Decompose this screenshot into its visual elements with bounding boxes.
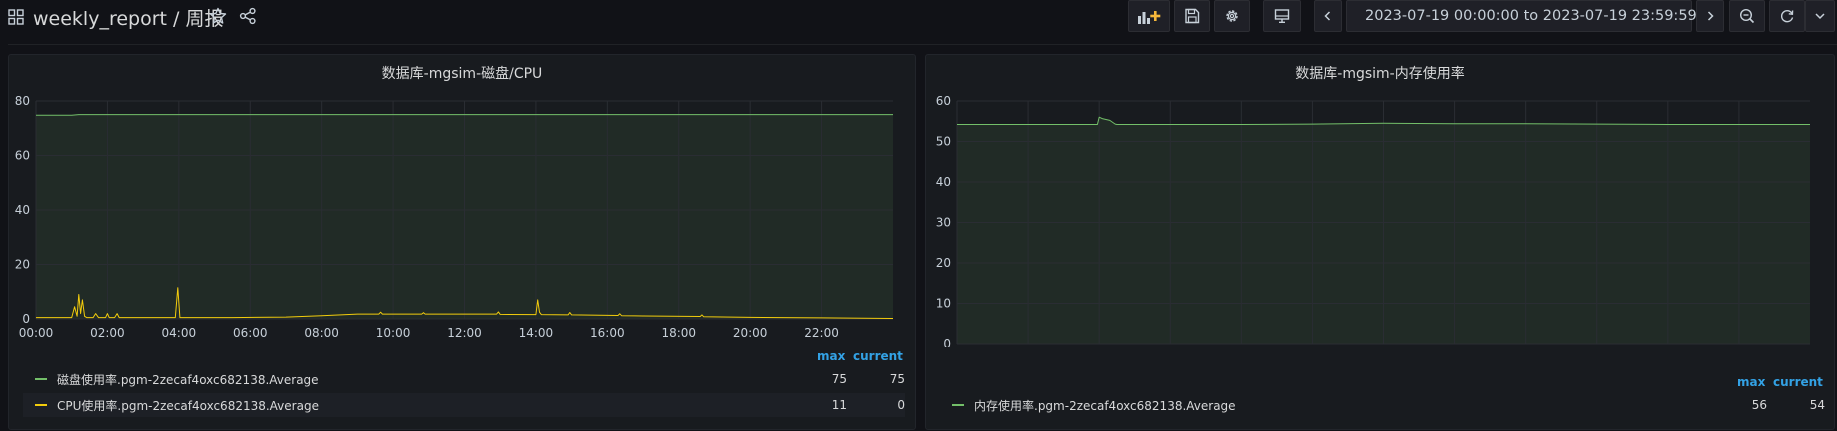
panel-memory: 数据库-mgsim-内存使用率 010203040506000:0002:000… bbox=[925, 54, 1835, 430]
breadcrumb[interactable]: weekly_report / 周报 bbox=[33, 4, 223, 31]
y-tick-label: 80 bbox=[15, 94, 30, 108]
legend-item-memory[interactable]: 内存使用率.pgm-2zecaf4oxc682138.Average 56 54 bbox=[940, 393, 1825, 417]
y-tick-label: 0 bbox=[943, 337, 951, 347]
y-tick-label: 20 bbox=[936, 256, 951, 270]
x-tick-label: 16:00 bbox=[590, 326, 625, 340]
tv-mode-icon bbox=[1274, 9, 1290, 24]
dashboard-header: weekly_report / 周报 2023-07-19 00:00:00 t… bbox=[0, 0, 1837, 38]
x-tick-label: 04:00 bbox=[162, 326, 197, 340]
tv-mode-button[interactable] bbox=[1263, 0, 1301, 32]
y-tick-label: 50 bbox=[936, 135, 951, 149]
legend-item-cpu[interactable]: CPU使用率.pgm-2zecaf4oxc682138.Average 11 0 bbox=[23, 393, 905, 417]
time-shift-forward-button[interactable] bbox=[1696, 0, 1724, 32]
add-panel-icon bbox=[1138, 11, 1161, 24]
x-tick-label: 06:00 bbox=[233, 326, 268, 340]
legend-swatch bbox=[35, 378, 47, 380]
refresh-interval-dropdown[interactable] bbox=[1805, 0, 1835, 32]
legend-max-value: 11 bbox=[831, 398, 847, 412]
y-tick-label: 60 bbox=[15, 149, 30, 163]
y-tick-label: 0 bbox=[22, 312, 30, 326]
save-dashboard-button[interactable] bbox=[1174, 0, 1210, 32]
disk-cpu-chart[interactable]: 0 20 40 60 80 00:00 02:00 04:00 06:00 08:00 10:00 1… bbox=[9, 55, 917, 347]
y-tick-label: 40 bbox=[15, 203, 30, 217]
share-icon[interactable] bbox=[239, 7, 257, 25]
legend-swatch bbox=[35, 404, 47, 406]
chevron-down-icon bbox=[1815, 13, 1825, 20]
x-tick-label: 08:00 bbox=[304, 326, 339, 340]
gear-icon bbox=[1226, 10, 1238, 22]
legend-current-value: 75 bbox=[889, 372, 905, 386]
zoom-out-icon bbox=[1739, 8, 1755, 24]
y-tick-label: 40 bbox=[936, 175, 951, 189]
y-tick-label: 10 bbox=[936, 297, 951, 311]
star-icon[interactable] bbox=[209, 7, 227, 25]
legend-header-max[interactable]: max bbox=[1737, 375, 1765, 389]
legend-max-value: 56 bbox=[1751, 398, 1767, 412]
save-icon bbox=[1185, 8, 1200, 24]
legend-current-value: 0 bbox=[897, 398, 905, 412]
legend-series-name: CPU使用率.pgm-2zecaf4oxc682138.Average bbox=[57, 398, 319, 413]
y-tick-label: 20 bbox=[15, 258, 30, 272]
refresh-button[interactable] bbox=[1769, 0, 1805, 32]
legend-max-value: 75 bbox=[831, 372, 847, 386]
legend-series-name: 磁盘使用率.pgm-2zecaf4oxc682138.Average bbox=[57, 372, 319, 387]
add-panel-button[interactable] bbox=[1128, 0, 1170, 32]
x-tick-label: 10:00 bbox=[376, 326, 411, 340]
x-tick-label: 20:00 bbox=[733, 326, 768, 340]
x-tick-label: 22:00 bbox=[804, 326, 839, 340]
legend-header-current[interactable]: current bbox=[1773, 375, 1823, 389]
zoom-out-button[interactable] bbox=[1729, 0, 1765, 32]
time-shift-back-button[interactable] bbox=[1314, 0, 1342, 32]
x-tick-label: 02:00 bbox=[90, 326, 125, 340]
x-tick-label: 14:00 bbox=[519, 326, 554, 340]
x-tick-label: 12:00 bbox=[447, 326, 482, 340]
x-tick-label: 18:00 bbox=[661, 326, 696, 340]
chevron-left-icon bbox=[1324, 11, 1331, 21]
x-tick-label: 00:00 bbox=[19, 326, 54, 340]
panel-disk-cpu: 数据库-mgsim-磁盘/CPU 0 20 40 60 80 00:00 02:00 04:0… bbox=[8, 54, 916, 430]
legend-swatch bbox=[952, 404, 964, 406]
legend-current-value: 54 bbox=[1809, 398, 1825, 412]
chevron-right-icon bbox=[1707, 11, 1714, 21]
header-divider bbox=[8, 44, 1837, 45]
legend-header-current[interactable]: current bbox=[853, 349, 903, 363]
dashboard-grid-icon[interactable] bbox=[8, 9, 24, 25]
refresh-icon bbox=[1780, 10, 1794, 23]
legend-series-name: 内存使用率.pgm-2zecaf4oxc682138.Average bbox=[974, 398, 1236, 413]
time-range-label: 2023-07-19 00:00:00 to 2023-07-19 23:59:… bbox=[1365, 8, 1697, 24]
legend-header-max[interactable]: max bbox=[817, 349, 845, 363]
legend-item-disk[interactable]: 磁盘使用率.pgm-2zecaf4oxc682138.Average 75 75 bbox=[23, 367, 905, 391]
time-range-picker[interactable]: 2023-07-19 00:00:00 to 2023-07-19 23:59:… bbox=[1346, 0, 1697, 32]
y-tick-label: 60 bbox=[936, 94, 951, 108]
y-tick-label: 30 bbox=[936, 216, 951, 230]
dashboard-settings-button[interactable] bbox=[1214, 0, 1250, 32]
memory-chart[interactable]: 010203040506000:0002:0004:0006:0008:0010… bbox=[926, 55, 1836, 347]
